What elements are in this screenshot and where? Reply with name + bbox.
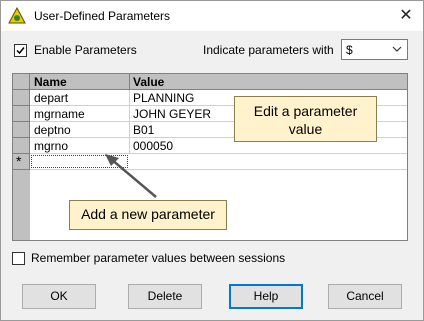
row-divider [30,169,407,170]
chevron-down-icon [392,46,402,52]
parameter-indicator-select[interactable]: $ [341,39,408,60]
indicate-parameters-label: Indicate parameters with [203,43,334,57]
new-row-header[interactable]: * [13,153,30,170]
checkmark-icon [16,47,25,55]
header-separator [129,74,130,89]
window-title: User-Defined Parameters [34,9,171,23]
remember-values-label: Remember parameter values between sessio… [31,251,286,265]
cancel-button[interactable]: Cancel [328,284,402,309]
header-separator [29,74,30,89]
parameter-indicator-value: $ [346,43,353,57]
row-header[interactable] [13,106,30,122]
parameter-name-cell[interactable]: depart [34,91,68,105]
column-header-name[interactable]: Name [34,75,67,89]
cell-separator [129,106,130,122]
cell-separator [129,122,130,138]
arrow-icon [105,154,157,198]
parameter-name-cell[interactable]: mgrno [34,139,68,153]
asterisk-icon: * [16,153,22,169]
title-bar: User-Defined Parameters ✕ [1,1,423,31]
callout-add-parameter: Add a new parameter [69,200,227,230]
callout-edit-parameter: Edit a parameter value [234,96,377,142]
parameter-value-cell[interactable]: B01 [133,123,154,137]
parameter-name-cell[interactable]: mgrname [34,107,85,121]
remember-values-checkbox[interactable] [12,252,25,265]
help-button[interactable]: Help [229,284,303,309]
grid-header: Name Value [13,74,407,90]
row-header[interactable] [13,122,30,138]
delete-button[interactable]: Delete [128,284,202,309]
enable-parameters-checkbox[interactable] [14,44,27,57]
dialog-window: User-Defined Parameters ✕ Enable Paramet… [0,0,424,321]
enable-parameters-label: Enable Parameters [34,43,137,57]
ok-button[interactable]: OK [22,284,96,309]
row-header[interactable] [13,90,30,106]
row-header[interactable] [13,138,30,154]
callout-edit-text: Edit a parameter value [253,103,358,137]
cell-separator [129,90,130,106]
callout-add-text: Add a new parameter [81,206,215,222]
new-row[interactable]: * [13,153,407,170]
parameter-name-cell[interactable]: deptno [34,123,71,137]
column-header-value[interactable]: Value [133,75,164,89]
close-icon[interactable]: ✕ [397,7,415,25]
parameter-value-cell[interactable]: JOHN GEYER [133,107,211,121]
app-icon [8,7,26,24]
parameter-value-cell[interactable]: PLANNING [133,91,194,105]
